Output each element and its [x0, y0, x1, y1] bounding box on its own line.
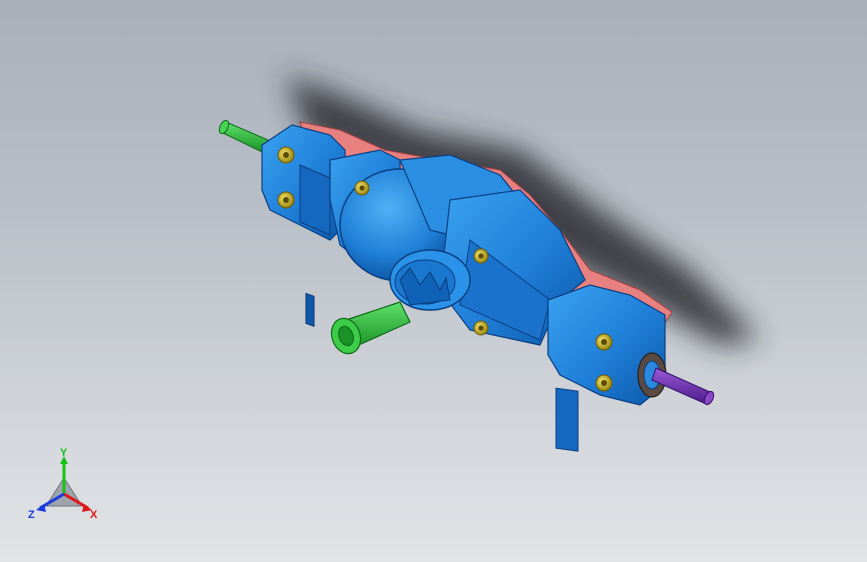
orientation-triad[interactable]: Y X Z	[24, 446, 104, 526]
bolt-icon	[277, 191, 295, 209]
pinion-collar	[389, 249, 471, 311]
y-axis-label: Y	[60, 447, 68, 459]
bolt-icon	[595, 374, 613, 392]
x-axis-label: X	[90, 509, 98, 521]
bolt-icon	[595, 333, 613, 351]
bolt-icon	[354, 180, 370, 196]
bolt-icon	[473, 320, 489, 336]
left-axle-shaft[interactable]	[217, 119, 269, 153]
bolt-icon	[473, 248, 489, 264]
bolt-icon	[277, 146, 295, 164]
left-end-block	[261, 124, 346, 327]
3d-viewport[interactable]	[0, 0, 867, 562]
z-axis-label: Z	[28, 509, 35, 521]
pinion-input-shaft[interactable]	[327, 301, 411, 358]
